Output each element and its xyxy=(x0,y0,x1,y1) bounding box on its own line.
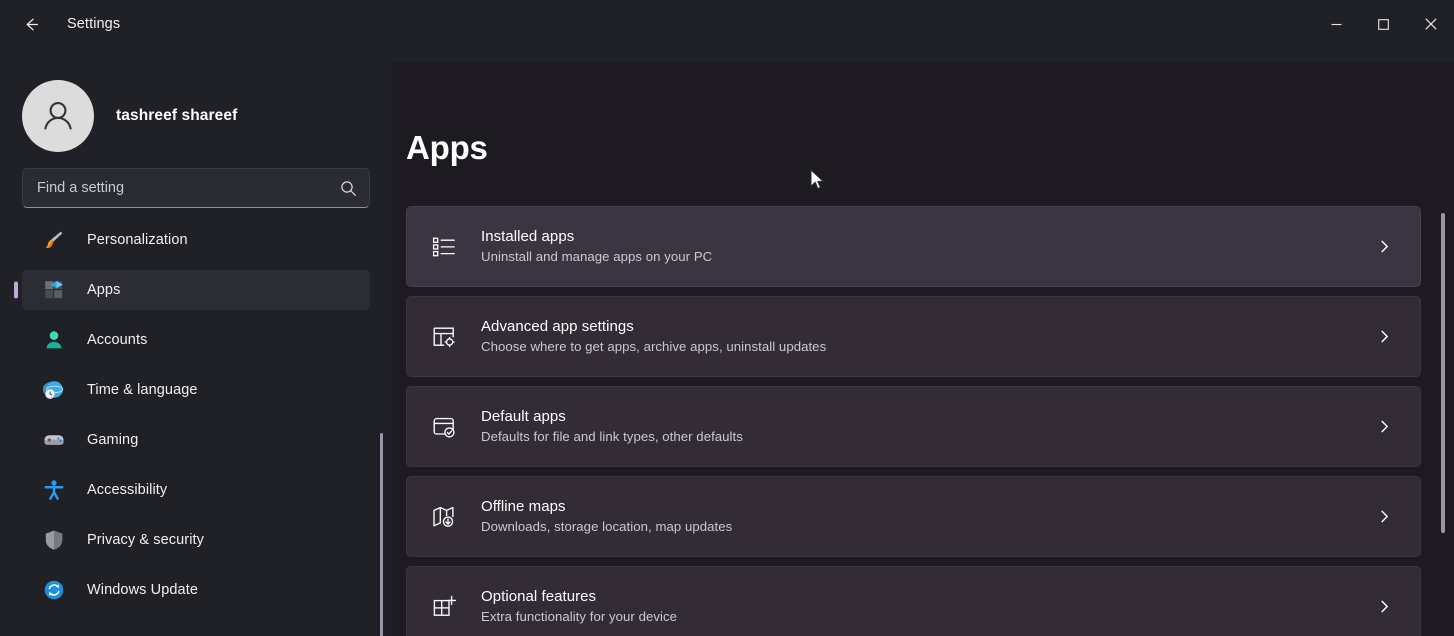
map-download-icon xyxy=(429,502,459,532)
sidebar-item-personalization[interactable]: Personalization xyxy=(22,220,370,260)
gamepad-icon xyxy=(43,429,65,451)
apps-grid-icon xyxy=(43,279,65,301)
window-controls xyxy=(1313,0,1454,48)
page-title: Apps xyxy=(406,129,488,166)
sidebar-nav: Personalization Apps Accounts Time & lan… xyxy=(0,220,392,610)
account-name: tashreef shareef xyxy=(116,106,238,124)
card-subtitle: Defaults for file and link types, other … xyxy=(481,428,743,444)
default-apps-check-icon xyxy=(429,412,459,442)
shield-icon xyxy=(43,529,65,551)
main-content: Apps Installed apps Uninstall and manage… xyxy=(392,63,1454,636)
sidebar-item-gaming[interactable]: Gaming xyxy=(22,420,370,460)
card-subtitle: Uninstall and manage apps on your PC xyxy=(481,248,713,264)
account-header[interactable]: tashreef shareef xyxy=(0,63,392,155)
card-subtitle: Downloads, storage location, map updates xyxy=(481,518,733,534)
minimize-icon xyxy=(1331,23,1342,25)
main-scrollbar-thumb[interactable] xyxy=(1441,213,1445,533)
app-settings-gear-icon xyxy=(429,322,459,352)
clock-globe-icon xyxy=(43,379,65,401)
settings-card-optional-features[interactable]: Optional features Extra functionality fo… xyxy=(406,566,1421,636)
paintbrush-icon xyxy=(43,229,65,251)
window-title: Settings xyxy=(67,16,121,32)
card-title: Optional features xyxy=(481,587,597,605)
card-text: Advanced app settings Choose where to ge… xyxy=(481,317,1374,357)
avatar xyxy=(22,79,94,152)
card-subtitle: Choose where to get apps, archive apps, … xyxy=(481,338,827,354)
person-avatar-icon xyxy=(44,101,72,130)
sidebar-item-label: Accessibility xyxy=(87,482,168,498)
sidebar-item-time-language[interactable]: Time & language xyxy=(22,370,370,410)
settings-card-offline-maps[interactable]: Offline maps Downloads, storage location… xyxy=(406,476,1421,557)
selection-indicator xyxy=(14,281,18,299)
chevron-right-icon xyxy=(1374,237,1394,257)
settings-card-installed-apps[interactable]: Installed apps Uninstall and manage apps… xyxy=(406,206,1421,287)
title-bar: Settings xyxy=(0,0,1454,63)
sidebar-scrollbar-thumb[interactable] xyxy=(380,433,383,636)
settings-card-default-apps[interactable]: Default apps Defaults for file and link … xyxy=(406,386,1421,467)
card-text: Installed apps Uninstall and manage apps… xyxy=(481,227,1374,267)
refresh-circle-icon xyxy=(43,579,65,601)
sidebar-item-label: Time & language xyxy=(87,382,198,398)
back-button[interactable] xyxy=(14,7,48,41)
sidebar: tashreef shareef Find a setting Personal… xyxy=(0,63,392,636)
window-body: tashreef shareef Find a setting Personal… xyxy=(0,63,1454,636)
card-title: Offline maps xyxy=(481,497,566,515)
card-subtitle: Extra functionality for your device xyxy=(481,608,677,624)
card-text: Optional features Extra functionality fo… xyxy=(481,587,1374,627)
sidebar-item-label: Privacy & security xyxy=(87,532,205,548)
sidebar-item-accessibility[interactable]: Accessibility xyxy=(22,470,370,510)
sidebar-item-windows-update[interactable]: Windows Update xyxy=(22,570,370,610)
chevron-right-icon xyxy=(1374,327,1394,347)
sidebar-item-apps[interactable]: Apps xyxy=(14,270,370,310)
sidebar-item-label: Gaming xyxy=(87,432,139,448)
search-icon xyxy=(340,180,357,197)
sidebar-item-label: Personalization xyxy=(87,232,188,248)
accessibility-person-icon xyxy=(43,479,65,501)
search-area xyxy=(0,155,392,208)
list-bullets-icon xyxy=(429,232,459,262)
card-title: Installed apps xyxy=(481,227,575,245)
sidebar-item-privacy-security[interactable]: Privacy & security xyxy=(22,520,370,560)
sidebar-item-label: Accounts xyxy=(87,332,148,348)
minimize-button[interactable] xyxy=(1313,0,1360,48)
close-icon xyxy=(1424,18,1437,30)
card-title: Default apps xyxy=(481,407,566,425)
close-button[interactable] xyxy=(1407,0,1454,48)
settings-window: Settings tashreef shareef Find a setting… xyxy=(0,0,1454,636)
card-title: Advanced app settings xyxy=(481,317,634,335)
card-text: Default apps Defaults for file and link … xyxy=(481,407,1374,447)
chevron-right-icon xyxy=(1374,597,1394,617)
back-arrow-icon xyxy=(26,18,38,30)
maximize-button[interactable] xyxy=(1360,0,1407,48)
person-icon xyxy=(43,329,65,351)
grid-plus-icon xyxy=(429,592,459,622)
chevron-right-icon xyxy=(1374,417,1394,437)
settings-card-list: Installed apps Uninstall and manage apps… xyxy=(406,206,1454,636)
title-bar-left: Settings xyxy=(0,0,120,48)
settings-card-advanced-app-settings[interactable]: Advanced app settings Choose where to ge… xyxy=(406,296,1421,377)
search-box[interactable] xyxy=(22,168,370,208)
search-input[interactable] xyxy=(37,180,332,196)
sidebar-item-label: Apps xyxy=(87,282,121,298)
sidebar-item-accounts[interactable]: Accounts xyxy=(22,320,370,360)
card-text: Offline maps Downloads, storage location… xyxy=(481,497,1374,537)
sidebar-item-label: Windows Update xyxy=(87,582,199,598)
chevron-right-icon xyxy=(1374,507,1394,527)
maximize-icon xyxy=(1378,18,1389,30)
